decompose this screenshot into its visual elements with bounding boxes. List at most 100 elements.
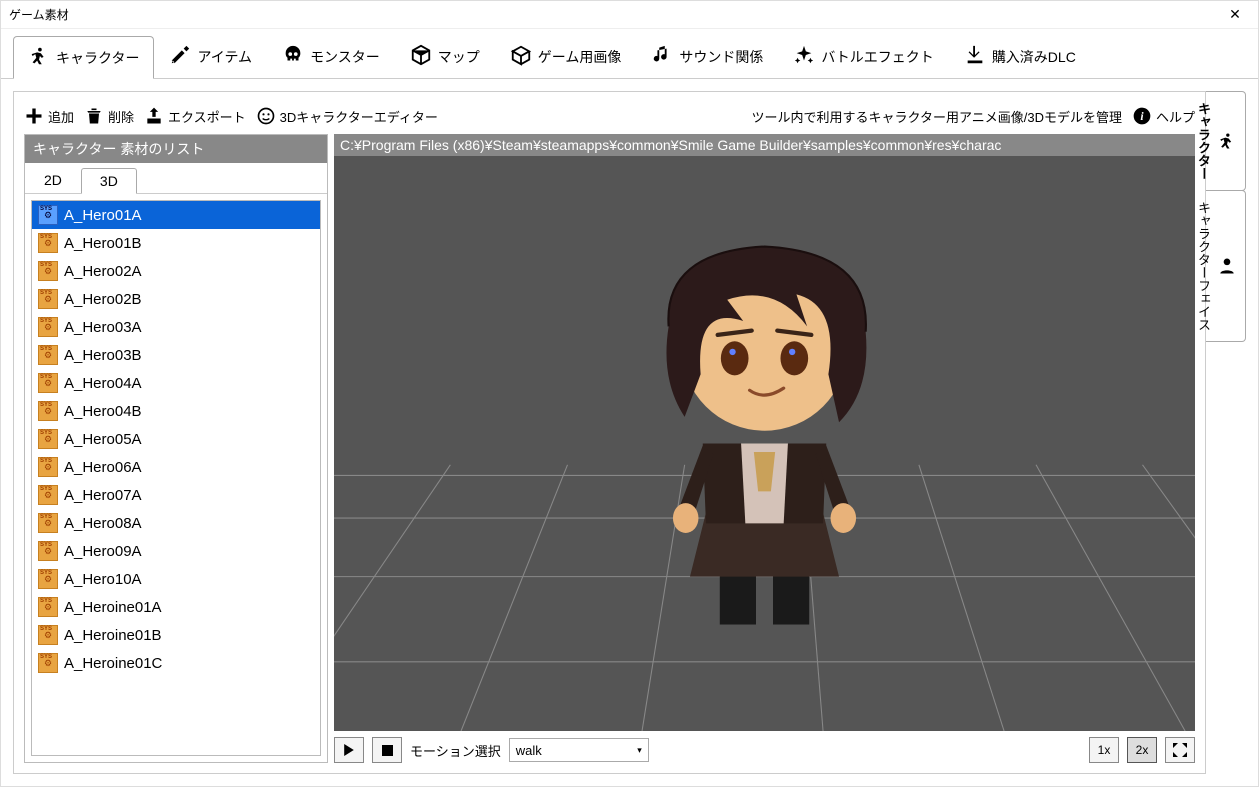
main-tab-label: バトルエフェクト [821, 47, 933, 67]
window: ゲーム素材 ✕ キャラクター アイテム モンスター マップ ゲーム用画像サウンド関係 バト… [0, 0, 1259, 787]
right-tab-1[interactable]: キャラクターフェイス [1206, 190, 1246, 342]
material-list-panel: キャラクター 素材のリスト 2D3D ⚙A_Hero01A⚙A_Hero01B⚙… [24, 134, 328, 763]
zoom-1x-button[interactable]: 1x [1089, 737, 1119, 763]
playback-bar: モーション選択 walk ▾ 1x 2x [334, 731, 1195, 763]
right-tab-label: キャラクター [1194, 102, 1213, 180]
list-item[interactable]: ⚙A_Hero06A [32, 453, 320, 481]
sub-tab-3D[interactable]: 3D [81, 168, 137, 194]
list-item[interactable]: ⚙A_Heroine01B [32, 621, 320, 649]
main-tab-5[interactable]: サウンド関係 [636, 35, 778, 78]
list-item[interactable]: ⚙ A_Hero08A [32, 509, 320, 537]
item-name: A_Hero05A [64, 431, 142, 448]
list-item[interactable]: ⚙A_Hero04A [32, 369, 320, 397]
main-tab-label: ゲーム用画像 [538, 47, 622, 67]
list-item[interactable]: ⚙A_Hero05A [32, 425, 320, 453]
item-thumbnail-icon: ⚙ [38, 485, 58, 505]
manage-description: ツール内で利用するキャラクター用アニメ画像/3Dモデルを管理 [752, 107, 1122, 126]
main-tab-2[interactable]: モンスター [267, 35, 395, 78]
list-item[interactable]: ⚙A_Heroine01C [32, 649, 320, 677]
face-edit-icon [256, 106, 276, 126]
list-item[interactable]: ⚙A_Hero02A [32, 257, 320, 285]
main-tab-6[interactable]: バトルエフェクト [778, 35, 948, 78]
editor3d-button[interactable]: 3Dキャラクターエディター [256, 106, 438, 126]
list-item[interactable]: ⚙A_Hero09A [32, 537, 320, 565]
list-item[interactable]: ⚙A_Hero01A [32, 201, 320, 229]
item-thumbnail-icon: ⚙ [38, 261, 58, 281]
main-tab-0[interactable]: キャラクター [13, 36, 154, 79]
item-thumbnail-icon: ⚙ [38, 233, 58, 253]
play-button[interactable] [334, 737, 364, 763]
3d-viewport[interactable] [334, 156, 1195, 731]
play-icon [343, 744, 355, 756]
export-icon [144, 106, 164, 126]
dimension-tabs: 2D3D [25, 163, 327, 194]
zoom-2x-button[interactable]: 2x [1127, 737, 1157, 763]
item-thumbnail-icon: ⚙ [38, 317, 58, 337]
item-thumbnail-icon: ⚙ [38, 541, 58, 561]
file-path-bar: C:¥Program Files (x86)¥Steam¥steamapps¥c… [334, 134, 1195, 156]
item-thumbnail-icon: ⚙ [38, 401, 58, 421]
cube-icon [410, 44, 432, 69]
toolbar: 追加 削除 エクスポート 3Dキャラクターエディター ツール内で利用するキャラク… [24, 102, 1195, 134]
right-tab-0[interactable]: キャラクター [1206, 91, 1246, 191]
list-item[interactable]: ⚙A_Hero02B [32, 285, 320, 313]
trash-icon [84, 106, 104, 126]
item-name: A_Heroine01A [64, 599, 162, 616]
chevron-down-icon: ▾ [637, 745, 642, 756]
item-name: A_Hero08A [64, 515, 142, 532]
main-tabs: キャラクター アイテム モンスター マップ ゲーム用画像サウンド関係 バトルエフェクト 購入… [1, 29, 1258, 79]
item-thumbnail-icon: ⚙ [38, 345, 58, 365]
window-title: ゲーム素材 [9, 6, 69, 23]
main-tab-3[interactable]: マップ [395, 35, 495, 78]
item-thumbnail-icon: ⚙ [38, 625, 58, 645]
main-tab-7[interactable]: 購入済みDLC [949, 35, 1091, 78]
list-item[interactable]: ⚙ A_Hero03A [32, 313, 320, 341]
download-icon [964, 44, 986, 69]
plus-icon [24, 106, 44, 126]
person-run-icon [1217, 131, 1237, 151]
fullscreen-icon [1173, 743, 1187, 757]
fullscreen-button[interactable] [1165, 737, 1195, 763]
item-thumbnail-icon: ⚙ [38, 569, 58, 589]
main-tab-label: 購入済みDLC [992, 47, 1076, 67]
main-tab-label: キャラクター [56, 48, 139, 68]
viewport-panel: C:¥Program Files (x86)¥Steam¥steamapps¥c… [334, 134, 1195, 763]
add-button[interactable]: 追加 [24, 106, 74, 126]
main-tab-4[interactable]: ゲーム用画像 [495, 35, 637, 78]
titlebar: ゲーム素材 ✕ [1, 1, 1258, 29]
list-item[interactable]: ⚙ A_Hero10A [32, 565, 320, 593]
stop-icon [382, 745, 393, 756]
item-name: A_Hero01B [64, 235, 142, 252]
sparkle-icon [793, 44, 815, 69]
main-tab-1[interactable]: アイテム [154, 35, 267, 78]
item-name: A_Hero10A [64, 571, 142, 588]
stop-button[interactable] [372, 737, 402, 763]
person-icon [1217, 256, 1237, 276]
skull-icon [282, 44, 304, 69]
right-tabs: キャラクターキャラクターフェイス [1206, 91, 1246, 774]
list-item[interactable]: ⚙ A_Hero07A [32, 481, 320, 509]
content-inner: 追加 削除 エクスポート 3Dキャラクターエディター ツール内で利用するキャラク… [13, 91, 1206, 774]
list-item[interactable]: ⚙A_Hero03B [32, 341, 320, 369]
main-tab-label: アイテム [197, 47, 252, 67]
close-icon[interactable]: ✕ [1220, 6, 1250, 23]
item-thumbnail-icon: ⚙ [38, 373, 58, 393]
item-thumbnail-icon: ⚙ [38, 513, 58, 533]
main-tab-label: モンスター [310, 47, 380, 67]
main-tab-label: マップ [438, 47, 480, 67]
item-name: A_Hero01A [64, 207, 142, 224]
material-list[interactable]: ⚙A_Hero01A⚙A_Hero01B⚙A_Hero02A⚙A_Hero02B… [31, 200, 321, 756]
motion-select[interactable]: walk ▾ [509, 738, 649, 762]
item-thumbnail-icon: ⚙ [38, 289, 58, 309]
list-item[interactable]: ⚙A_Hero04B [32, 397, 320, 425]
delete-button[interactable]: 削除 [84, 106, 134, 126]
export-button[interactable]: エクスポート [144, 106, 246, 126]
item-name: A_Hero07A [64, 487, 142, 504]
list-item[interactable]: ⚙A_Heroine01A [32, 593, 320, 621]
sub-tab-2D[interactable]: 2D [25, 167, 81, 193]
content-wrap: 追加 削除 エクスポート 3Dキャラクターエディター ツール内で利用するキャラク… [1, 79, 1258, 786]
music-icon [651, 44, 673, 69]
help-button[interactable]: i ヘルプ [1132, 106, 1195, 126]
item-name: A_Hero03A [64, 319, 142, 336]
list-item[interactable]: ⚙ A_Hero01B [32, 229, 320, 257]
